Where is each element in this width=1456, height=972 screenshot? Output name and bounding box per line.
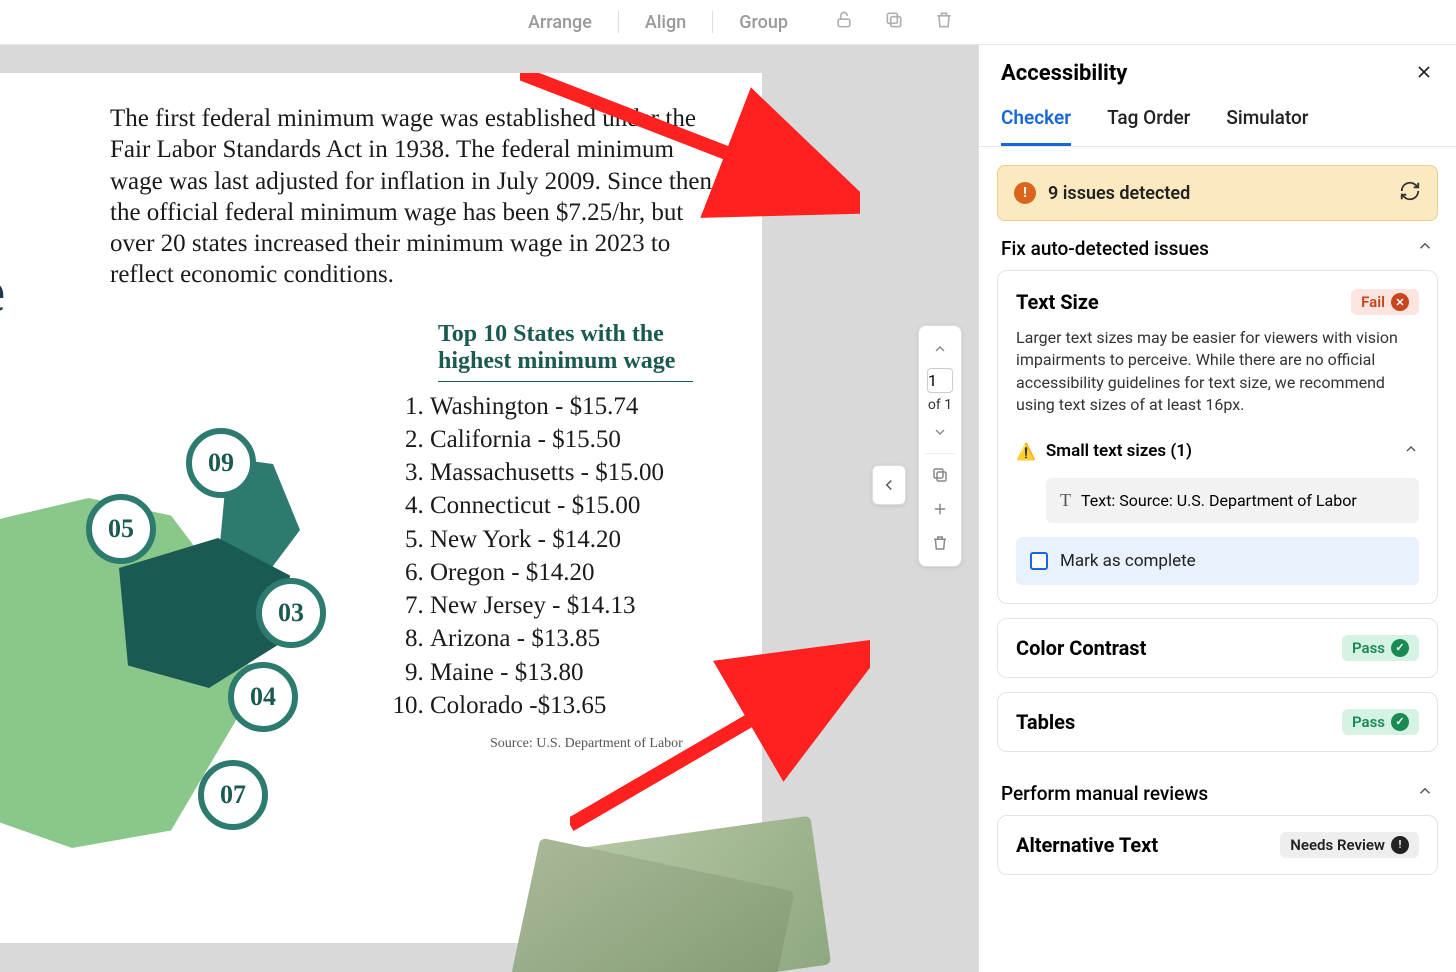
card-description: Larger text sizes may be easier for view… (1016, 327, 1419, 417)
text-size-card: Text Size Fail✕ Larger text sizes may be… (997, 270, 1438, 604)
copy-page-button[interactable] (919, 458, 961, 492)
page-controls: 1 of 1 (918, 325, 962, 567)
list-item: New York - $14.20 (430, 523, 722, 556)
chevron-up-icon (1403, 441, 1419, 462)
issue-item[interactable]: T Text: Source: U.S. Department of Labor (1046, 478, 1419, 523)
page-of-label: of 1 (928, 395, 952, 415)
panel-title: Accessibility (1001, 61, 1127, 86)
top10-heading: Top 10 States with the highest minimum w… (438, 321, 693, 382)
chevron-up-icon (1416, 237, 1434, 260)
small-text-subsection[interactable]: ⚠️Small text sizes (1) (1016, 433, 1419, 470)
mark-complete-row[interactable]: Mark as complete (1016, 537, 1419, 585)
duplicate-icon[interactable] (884, 10, 904, 34)
lock-icon[interactable] (834, 10, 854, 34)
alert-icon: ! (1014, 182, 1036, 204)
fix-issues-section[interactable]: Fix auto-detected issues (997, 221, 1438, 270)
tab-checker[interactable]: Checker (1001, 96, 1071, 146)
list-item: New Jersey - $14.13 (430, 589, 722, 622)
list-item: Washington - $15.74 (430, 390, 722, 423)
status-badge-fail: Fail✕ (1351, 289, 1419, 315)
add-page-button[interactable] (919, 492, 961, 526)
trash-icon[interactable] (934, 10, 954, 34)
map-badge-03: 03 (256, 578, 326, 648)
map-badge-09: 09 (186, 428, 256, 498)
map-badge-04: 04 (228, 662, 298, 732)
group-button[interactable]: Group (713, 12, 814, 33)
arrange-button[interactable]: Arrange (502, 12, 618, 33)
map-illustration: 09 05 03 04 07 (0, 428, 380, 858)
card-title: Text Size (1016, 290, 1099, 314)
page-up-button[interactable] (919, 332, 961, 366)
alt-text-card[interactable]: Alternative Text Needs Review! (997, 815, 1438, 875)
panel-tabs: Checker Tag Order Simulator (979, 96, 1456, 147)
status-badge-pass: Pass✓ (1342, 635, 1419, 661)
map-badge-05: 05 (86, 494, 156, 564)
color-contrast-card[interactable]: Color Contrast Pass✓ (997, 618, 1438, 678)
list-item: Oregon - $14.20 (430, 556, 722, 589)
page-title-cutoff: ge (0, 258, 5, 325)
tab-tag-order[interactable]: Tag Order (1107, 96, 1190, 146)
close-icon[interactable] (1414, 62, 1434, 86)
annotation-arrow (570, 635, 870, 835)
canvas-area[interactable]: ge The first federal minimum wage was es… (0, 45, 978, 972)
issues-alert: ! 9 issues detected (997, 165, 1438, 221)
delete-page-button[interactable] (919, 526, 961, 560)
warning-icon: ⚠️ (1016, 442, 1036, 461)
list-item: Connecticut - $15.00 (430, 489, 722, 522)
text-icon: T (1060, 490, 1071, 511)
tab-simulator[interactable]: Simulator (1226, 96, 1308, 146)
refresh-icon[interactable] (1399, 180, 1421, 206)
chevron-up-icon (1416, 782, 1434, 805)
list-item: California - $15.50 (430, 423, 722, 456)
page-number[interactable]: 1 (927, 368, 953, 393)
accessibility-panel: Accessibility Checker Tag Order Simulato… (978, 45, 1456, 972)
status-badge-pass: Pass✓ (1342, 709, 1419, 735)
collapse-panel-button[interactable] (872, 465, 906, 505)
alert-text: 9 issues detected (1048, 183, 1387, 204)
page-down-button[interactable] (919, 415, 961, 449)
list-item: Massachusetts - $15.00 (430, 456, 722, 489)
status-badge-needs-review: Needs Review! (1280, 832, 1419, 858)
manual-reviews-section[interactable]: Perform manual reviews (997, 766, 1438, 815)
tables-card[interactable]: Tables Pass✓ (997, 692, 1438, 752)
align-button[interactable]: Align (619, 12, 712, 33)
top-toolbar: Arrange Align Group (0, 0, 1456, 45)
map-badge-07: 07 (198, 760, 268, 830)
annotation-arrow (520, 73, 860, 223)
checkbox[interactable] (1030, 552, 1048, 570)
